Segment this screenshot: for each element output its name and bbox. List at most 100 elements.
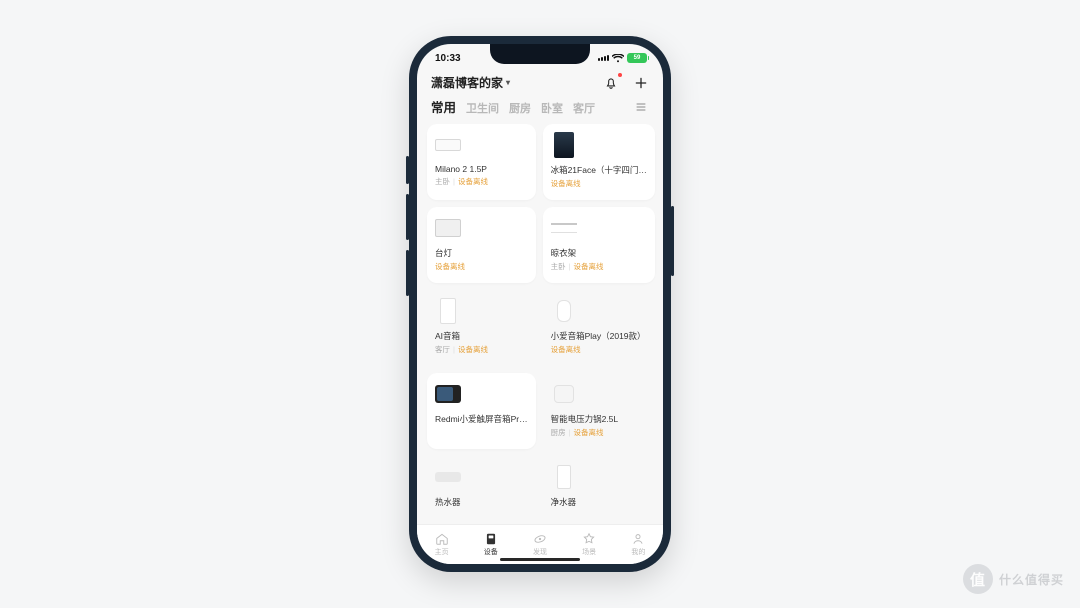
power-button xyxy=(671,206,674,276)
device-meta: 设备离线 xyxy=(551,344,647,355)
device-list[interactable]: Milano 2 1.5P主卧|设备离线冰箱21Face（十字四门…设备离线台灯… xyxy=(417,124,663,520)
notch xyxy=(490,44,590,64)
device-name: AI音箱 xyxy=(435,330,528,342)
device-name: 净水器 xyxy=(551,496,647,508)
device-card[interactable]: 热水器 xyxy=(427,456,536,520)
nav-label: 发现 xyxy=(533,547,547,557)
device-meta: 厨房|设备离线 xyxy=(551,427,647,438)
device-name: 热水器 xyxy=(435,496,528,508)
tabs-menu-button[interactable] xyxy=(633,99,649,115)
add-device-button[interactable] xyxy=(633,75,649,91)
pot-icon xyxy=(551,381,577,407)
nav-discover[interactable]: 发现 xyxy=(533,532,547,557)
device-status: 设备离线 xyxy=(574,427,604,438)
device-card[interactable]: AI音箱客厅|设备离线 xyxy=(427,290,536,366)
discover-icon xyxy=(533,532,547,546)
device-card[interactable]: Milano 2 1.5P 主卧|设备离线 xyxy=(427,124,536,200)
device-name: 小爱音箱Play（2019款） xyxy=(551,330,647,342)
device-card[interactable]: 小爱音箱Play（2019款） 设备离线 xyxy=(543,290,655,366)
home-icon xyxy=(435,532,449,546)
fridge-icon xyxy=(551,132,577,158)
notification-dot-icon xyxy=(618,73,622,77)
separator: | xyxy=(453,345,455,354)
volume-down-button xyxy=(406,250,409,296)
device-meta: 主卧|设备离线 xyxy=(551,261,647,272)
wifi-icon xyxy=(612,54,624,63)
heater-icon xyxy=(435,464,461,490)
room-tabs: 常用卫生间厨房卧室客厅 xyxy=(417,97,663,124)
separator: | xyxy=(569,262,571,271)
box-icon xyxy=(435,298,461,324)
nav-home[interactable]: 主页 xyxy=(435,532,449,557)
device-card[interactable]: 晾衣架主卧|设备离线 xyxy=(543,207,655,283)
volume-up-button xyxy=(406,194,409,240)
home-indicator xyxy=(500,558,580,561)
rack-icon xyxy=(551,215,577,241)
me-icon xyxy=(631,532,645,546)
separator: | xyxy=(569,428,571,437)
redmi-icon xyxy=(435,381,461,407)
nav-label: 设备 xyxy=(484,547,498,557)
tab-2[interactable]: 厨房 xyxy=(509,100,531,116)
device-card[interactable]: 净水器 xyxy=(543,456,655,520)
speaker-icon xyxy=(551,298,577,324)
device-meta: 主卧|设备离线 xyxy=(435,176,528,187)
device-status: 设备离线 xyxy=(458,344,488,355)
device-meta: 设备离线 xyxy=(435,261,528,272)
device-card[interactable]: 智能电压力锅2.5L 厨房|设备离线 xyxy=(543,373,655,449)
app-header: 潇磊博客的家 ▾ xyxy=(417,72,663,97)
phone-screen: 10:33 59 潇磊博客的家 ▾ xyxy=(417,44,663,564)
device-status: 设备离线 xyxy=(458,176,488,187)
device-room: 主卧 xyxy=(551,261,566,272)
plus-icon xyxy=(634,76,648,90)
device-name: Milano 2 1.5P xyxy=(435,164,528,174)
notifications-button[interactable] xyxy=(603,75,619,91)
nav-me[interactable]: 我的 xyxy=(631,532,645,557)
nav-label: 我的 xyxy=(631,547,645,557)
device-status: 设备离线 xyxy=(435,261,465,272)
tab-4[interactable]: 客厅 xyxy=(573,100,595,116)
home-name: 潇磊博客的家 xyxy=(431,74,503,91)
device-meta: 客厅|设备离线 xyxy=(435,344,528,355)
device-name: 晾衣架 xyxy=(551,247,647,259)
device-icon xyxy=(484,532,498,546)
nav-device[interactable]: 设备 xyxy=(484,532,498,557)
device-room: 客厅 xyxy=(435,344,450,355)
device-name: 台灯 xyxy=(435,247,528,259)
device-room: 厨房 xyxy=(551,427,566,438)
watermark-text: 什么值得买 xyxy=(999,571,1064,588)
bell-icon xyxy=(604,76,618,90)
status-time: 10:33 xyxy=(435,53,461,64)
device-name: Redmi小爱触屏音箱Pr… xyxy=(435,413,528,425)
monitor-icon xyxy=(435,215,461,241)
device-room: 主卧 xyxy=(435,176,450,187)
purifier-icon xyxy=(551,464,577,490)
device-meta: 设备离线 xyxy=(551,178,647,189)
home-selector[interactable]: 潇磊博客的家 ▾ xyxy=(431,74,510,91)
watermark: 值 什么值得买 xyxy=(963,564,1064,594)
nav-label: 主页 xyxy=(435,547,449,557)
device-status: 设备离线 xyxy=(551,344,581,355)
device-name: 冰箱21Face（十字四门… xyxy=(551,164,647,176)
device-card[interactable]: 台灯设备离线 xyxy=(427,207,536,283)
device-card[interactable]: 冰箱21Face（十字四门… 设备离线 xyxy=(543,124,655,200)
ac-icon xyxy=(435,132,461,158)
battery-icon: 59 xyxy=(627,53,647,63)
watermark-badge: 值 xyxy=(963,564,993,594)
tab-1[interactable]: 卫生间 xyxy=(466,100,499,116)
tab-0[interactable]: 常用 xyxy=(431,97,456,116)
phone-frame: 10:33 59 潇磊博客的家 ▾ xyxy=(409,36,671,572)
separator: | xyxy=(453,177,455,186)
chevron-down-icon: ▾ xyxy=(506,78,510,87)
device-status: 设备离线 xyxy=(551,178,581,189)
mute-switch xyxy=(406,156,409,184)
device-status: 设备离线 xyxy=(574,261,604,272)
nav-scene[interactable]: 场景 xyxy=(582,532,596,557)
menu-icon xyxy=(635,101,647,113)
device-card[interactable]: Redmi小爱触屏音箱Pr… xyxy=(427,373,536,449)
device-name: 智能电压力锅2.5L xyxy=(551,413,647,425)
scene-icon xyxy=(582,532,596,546)
cellular-signal-icon xyxy=(598,55,609,61)
tab-3[interactable]: 卧室 xyxy=(541,100,563,116)
nav-label: 场景 xyxy=(582,547,596,557)
